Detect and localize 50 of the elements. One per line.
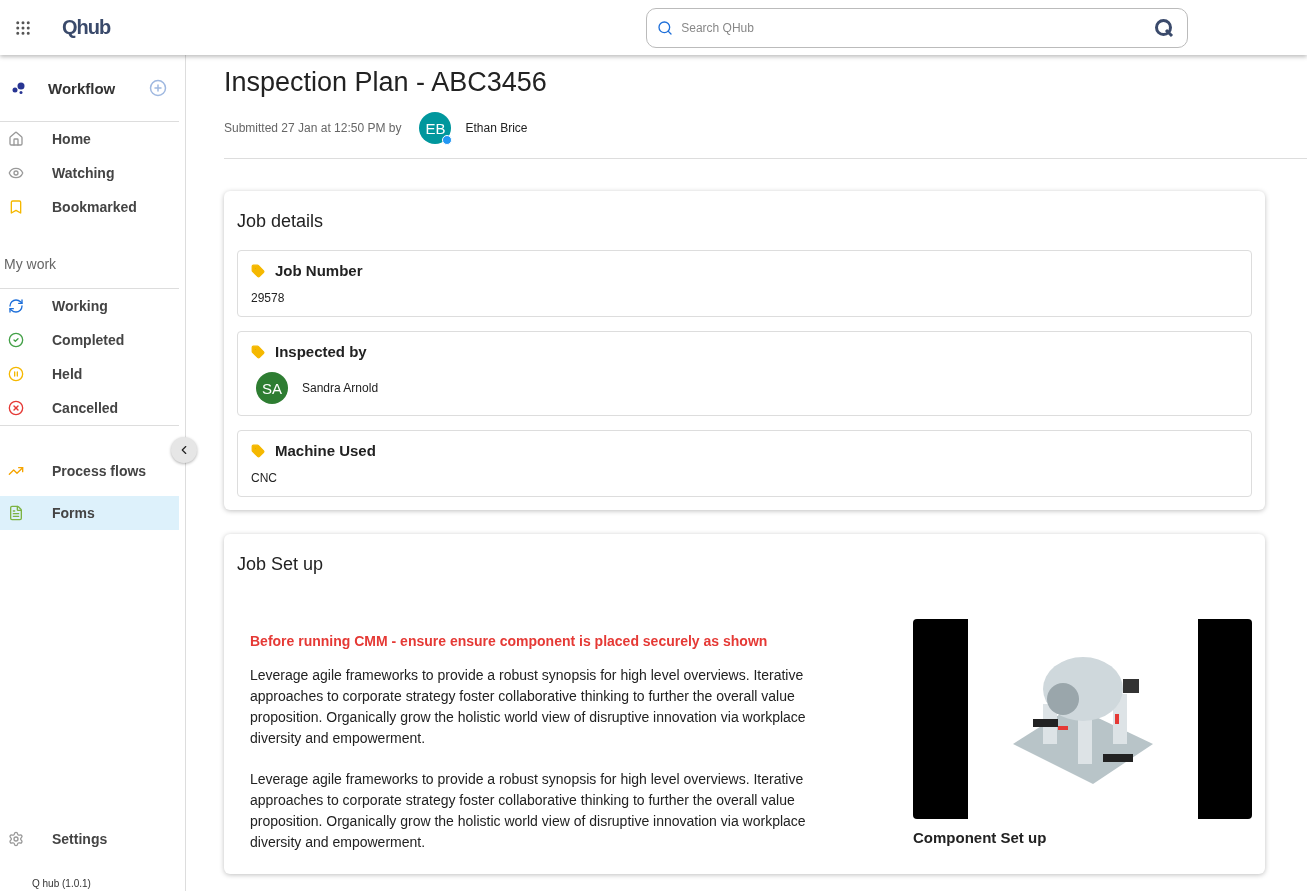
body-paragraph: Leverage agile frameworks to provide a robust synopsis for high level overviews. Iterative approaches to corporate strategy foster collaborative thinking to further the overall value proposition. Organically grow the holistic world view of disruptive innovation via workplace diversity and empowerment. [250,666,807,748]
document-icon [8,505,24,521]
x-circle-icon [8,400,24,416]
pause-circle-icon [8,366,24,382]
field-label: Machine Used [275,442,376,459]
refresh-icon [8,298,24,314]
card-title: Job Set up [237,554,325,575]
nav-item[interactable]: Completed [0,323,179,357]
field-value: 29578 [251,291,286,305]
section-heading: My work [3,255,58,274]
nav-item[interactable]: Bookmarked [0,190,185,224]
field-value: CNC [251,471,278,485]
image-caption: Component Set up [913,829,1048,846]
field-label: Job Number [275,262,363,279]
settings-icon [8,831,24,847]
apps-grid-icon[interactable] [14,18,32,37]
person-name: Sandra Arnold [302,381,379,395]
nav-item[interactable]: Watching [0,156,185,190]
bookmark-icon [8,199,24,215]
search-field[interactable]: Search QHub [646,7,1189,48]
nav-item[interactable]: Working [0,289,179,323]
version-text: Q hub (1.0.1) [31,877,92,891]
submitted-text: Submitted 27 Jan at 12:50 PM by [224,121,402,135]
avatar: EB [419,112,452,144]
person-name: Ethan Brice [465,121,528,135]
tag-icon [251,443,265,458]
nav-item[interactable]: Cancelled [0,391,179,425]
add-icon[interactable] [149,79,167,97]
tag-icon [251,344,265,359]
page-title: Inspection Plan - ABC3456 [224,67,548,98]
warning-text: Before running CMM - ensure ensure component is placed securely as shown [250,633,769,649]
check-circle-icon [8,332,24,348]
dots-logo-icon [12,82,26,94]
nav-item[interactable]: Process flows [0,454,179,488]
nav-item[interactable]: Settings [0,822,185,856]
nav-item[interactable]: Forms [0,496,179,530]
field-label: Inspected by [275,343,367,360]
search-icon [657,19,674,36]
avatar: SA [256,372,288,404]
nav-item[interactable]: Held [0,357,179,391]
tag-icon [251,263,265,278]
home-icon [8,131,24,147]
q-logo-icon [1154,17,1175,38]
card-title: Job details [237,211,325,232]
eye-icon [8,165,24,181]
logo: Qhub [62,16,111,39]
collapse-button[interactable] [171,437,197,463]
nav-item[interactable]: Home [0,122,185,156]
body-paragraph: Leverage agile frameworks to provide a robust synopsis for high level overviews. Iterative approaches to corporate strategy foster collaborative thinking to further the overall value proposition. Organically grow the holistic world view of disruptive innovation via workplace diversity and empowerment. [250,770,807,852]
sidebar-title: Workflow [48,79,117,97]
